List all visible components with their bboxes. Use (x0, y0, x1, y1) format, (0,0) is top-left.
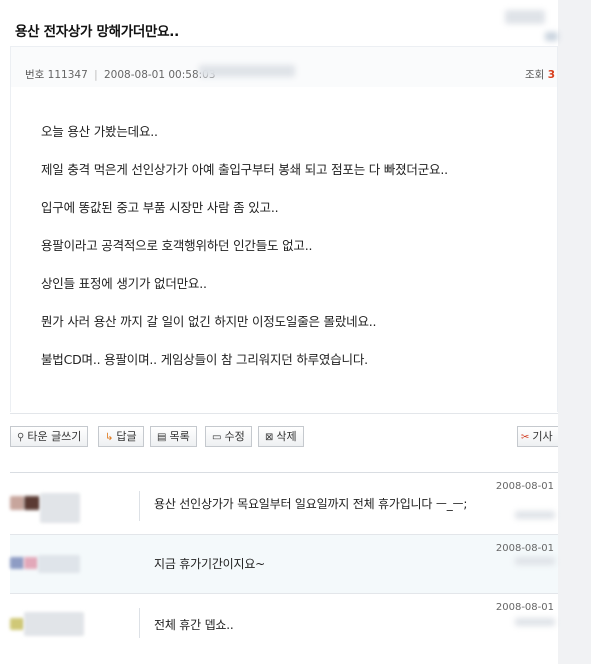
right-rail (558, 0, 591, 664)
blurred-ip-address (199, 65, 295, 77)
comment-text: 용산 선인상가가 목요일부터 일요일까지 전체 휴가입니다 ㅡ_ㅡ; (154, 497, 468, 511)
edit-icon: ▭ (212, 432, 222, 443)
post-number: 111347 (47, 69, 88, 81)
post-title: 용산 전자상가 망해가더만요.. (15, 24, 179, 40)
blurred-commenter (10, 535, 130, 593)
scrap-icon: ✂ (521, 432, 530, 443)
toolbar-divider (10, 413, 558, 414)
body-line: 제일 충격 먹은게 선인상가가 아예 출입구부터 봉쇄 되고 점포는 다 빠졌더… (41, 162, 448, 177)
reply-button[interactable]: ↳ 답글 (98, 426, 144, 447)
meta-separator: | (94, 69, 98, 81)
town-write-button[interactable]: ⚲ 타운 글쓰기 (10, 426, 89, 447)
scrap-button[interactable]: ✂ 기사 (517, 426, 558, 447)
blurred-author-info-2 (545, 32, 558, 41)
page: 용산 전자상가 망해가더만요.. 번호 111347 | 2008-08-01 … (0, 0, 591, 664)
list-button[interactable]: ▤ 목록 (150, 426, 197, 447)
comment-text: 지금 휴가기간이지요~ (154, 557, 266, 571)
body-line: 입구에 똥값된 중고 부품 시장만 사람 좀 있고.. (41, 200, 279, 215)
comment-date: 2008-08-01 (495, 602, 554, 613)
edit-button[interactable]: ▭ 수정 (205, 426, 252, 447)
blurred-commenter (10, 594, 130, 656)
blurred-comment-ip (515, 557, 555, 565)
comment-date: 2008-08-01 (495, 481, 554, 492)
comment-item: 전체 휴간 뎁쇼.. 2008-08-01 (10, 594, 558, 656)
comment-item: 용산 선인상가가 목요일부터 일요일까지 전체 휴가입니다 ㅡ_ㅡ; 2008-… (10, 473, 558, 534)
body-line: 상인들 표정에 생기가 없더만요.. (41, 276, 207, 291)
post-meta-bar: 번호 111347 | 2008-08-01 00:58:03 조회 3 (11, 47, 557, 87)
blurred-commenter (10, 473, 130, 534)
comment-divider (139, 608, 140, 638)
blurred-comment-ip (515, 618, 555, 626)
reply-arrow-icon: ↳ (105, 432, 114, 443)
views-count: 3 (547, 69, 555, 81)
views-label: 조회 (525, 69, 545, 81)
body-line: 불법CD며.. 용팔이며.. 게임상들이 참 그리워지던 하루였습니다. (41, 352, 368, 367)
post-views: 조회 3 (525, 67, 555, 82)
post-meta: 번호 111347 | 2008-08-01 00:58:03 (25, 67, 216, 82)
body-line: 용팔이라고 공격적으로 호객행위하던 인간들도 없고.. (41, 238, 313, 253)
list-icon: ▤ (157, 432, 167, 443)
comment-text: 전체 휴간 뎁쇼.. (154, 618, 234, 632)
body-line: 오늘 용산 가봤는데요.. (41, 124, 158, 139)
post-number-label: 번호 (25, 69, 45, 81)
blurred-author-info (505, 10, 545, 24)
comment-date: 2008-08-01 (495, 543, 554, 554)
comment-divider (139, 491, 140, 521)
comment-item: 지금 휴가기간이지요~ 2008-08-01 (10, 535, 558, 593)
delete-button[interactable]: ⊠ 삭제 (258, 426, 304, 447)
pin-icon: ⚲ (17, 432, 25, 443)
delete-icon: ⊠ (265, 432, 274, 443)
blurred-comment-ip (515, 511, 555, 519)
body-line: 뭔가 사러 용산 까지 갈 일이 없긴 하지만 이정도일줄은 몰랐네요.. (41, 314, 377, 329)
